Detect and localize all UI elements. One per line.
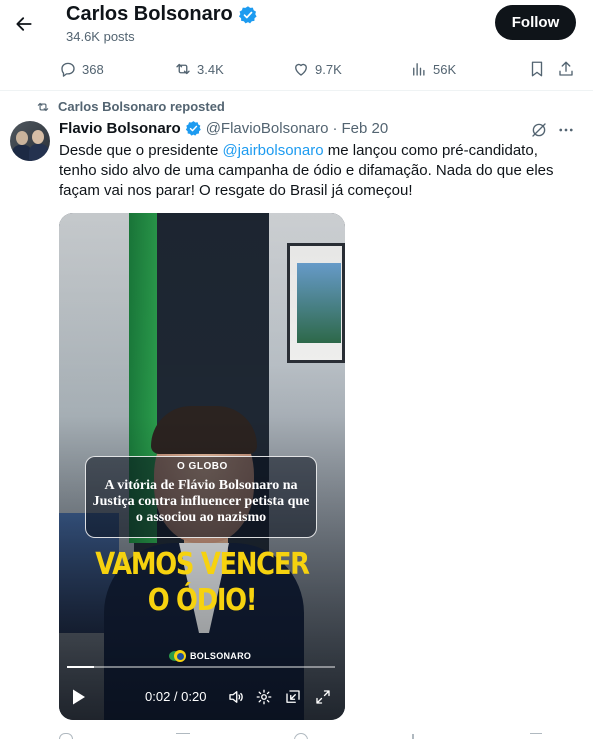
profile-header-name: Carlos Bolsonaro xyxy=(66,3,258,26)
gear-icon xyxy=(256,689,272,705)
speaker-icon xyxy=(229,691,243,703)
arrow-left-icon xyxy=(16,17,32,31)
expand-icon xyxy=(316,690,330,704)
author-handle[interactable]: @FlavioBolsonaro xyxy=(206,120,329,137)
dot-separator: · xyxy=(332,120,338,137)
more-options-button[interactable] xyxy=(557,121,575,139)
news-headline: A vitória de Flávio Bolsonaro na Justiça… xyxy=(92,478,310,525)
divider xyxy=(0,90,593,91)
like-button[interactable]: 9.7K xyxy=(292,58,342,80)
grok-icon xyxy=(532,123,546,137)
mention-link[interactable]: @jairbolsonaro xyxy=(222,142,323,159)
repost-count: 3.4K xyxy=(197,61,224,77)
settings-button[interactable] xyxy=(255,688,273,706)
avatar[interactable] xyxy=(10,121,50,161)
share-button[interactable] xyxy=(557,58,575,80)
brand-logo: BOLSONARO xyxy=(169,649,251,663)
play-icon xyxy=(73,689,85,705)
brazil-flag-icon xyxy=(169,649,187,663)
share-icon xyxy=(559,61,573,76)
post-date[interactable]: Feb 20 xyxy=(341,120,388,137)
video-player[interactable]: O GLOBO A vitória de Flávio Bolsonaro na… xyxy=(59,213,345,720)
reply-button[interactable]: 368 xyxy=(59,58,104,80)
tweet-text-part: Desde que o presidente xyxy=(59,142,223,159)
next-actions-bar xyxy=(0,731,593,739)
picture-in-picture-button[interactable] xyxy=(284,688,302,706)
tweet-header: Flavio Bolsonaro @FlavioBolsonaro · Feb … xyxy=(59,120,388,137)
tweet-text: Desde que o presidente @jairbolsonaro me… xyxy=(59,141,579,201)
news-outlet-logo: O GLOBO xyxy=(177,461,228,472)
heart-icon xyxy=(295,63,307,76)
video-slogan: VAMOS VENCER O ÓDIO! xyxy=(79,547,325,619)
verified-badge-icon xyxy=(185,121,201,136)
fullscreen-button[interactable] xyxy=(314,688,332,706)
views-button[interactable]: 56K xyxy=(410,58,456,80)
bookmark-icon xyxy=(531,61,543,77)
reply-icon xyxy=(61,62,75,77)
post-count: 34.6K posts xyxy=(66,29,135,44)
profile-name: Carlos Bolsonaro xyxy=(66,3,233,25)
video-progress-bar[interactable] xyxy=(67,666,335,668)
follow-button[interactable]: Follow xyxy=(495,5,576,40)
view-count: 56K xyxy=(433,61,457,77)
repost-indicator-text: Carlos Bolsonaro reposted xyxy=(58,99,225,114)
repost-indicator[interactable]: Carlos Bolsonaro reposted xyxy=(36,99,225,114)
video-progress-fill xyxy=(67,666,94,668)
grok-button[interactable] xyxy=(530,121,548,139)
author-name[interactable]: Flavio Bolsonaro xyxy=(59,120,181,137)
play-button[interactable] xyxy=(71,688,87,706)
verified-badge-icon xyxy=(238,5,257,23)
parent-post-actions: 368 3.4K 9.7K 56K xyxy=(0,58,593,80)
pip-icon xyxy=(286,690,300,703)
slogan-line-2: O ÓDIO! xyxy=(147,583,258,618)
more-horizontal-icon xyxy=(559,128,573,132)
video-time: 0:02 / 0:20 xyxy=(145,689,207,704)
repost-button[interactable]: 3.4K xyxy=(174,58,224,80)
brand-text: BOLSONARO xyxy=(190,651,252,661)
bookmark-button[interactable] xyxy=(528,58,546,80)
repost-icon xyxy=(176,63,190,75)
back-button[interactable] xyxy=(8,8,40,40)
views-chart-icon xyxy=(413,63,425,76)
volume-button[interactable] xyxy=(227,688,245,706)
slogan-line-1: VAMOS VENCER xyxy=(95,547,310,582)
like-count: 9.7K xyxy=(315,61,342,77)
repost-icon xyxy=(37,102,49,111)
reply-count: 368 xyxy=(82,61,104,77)
